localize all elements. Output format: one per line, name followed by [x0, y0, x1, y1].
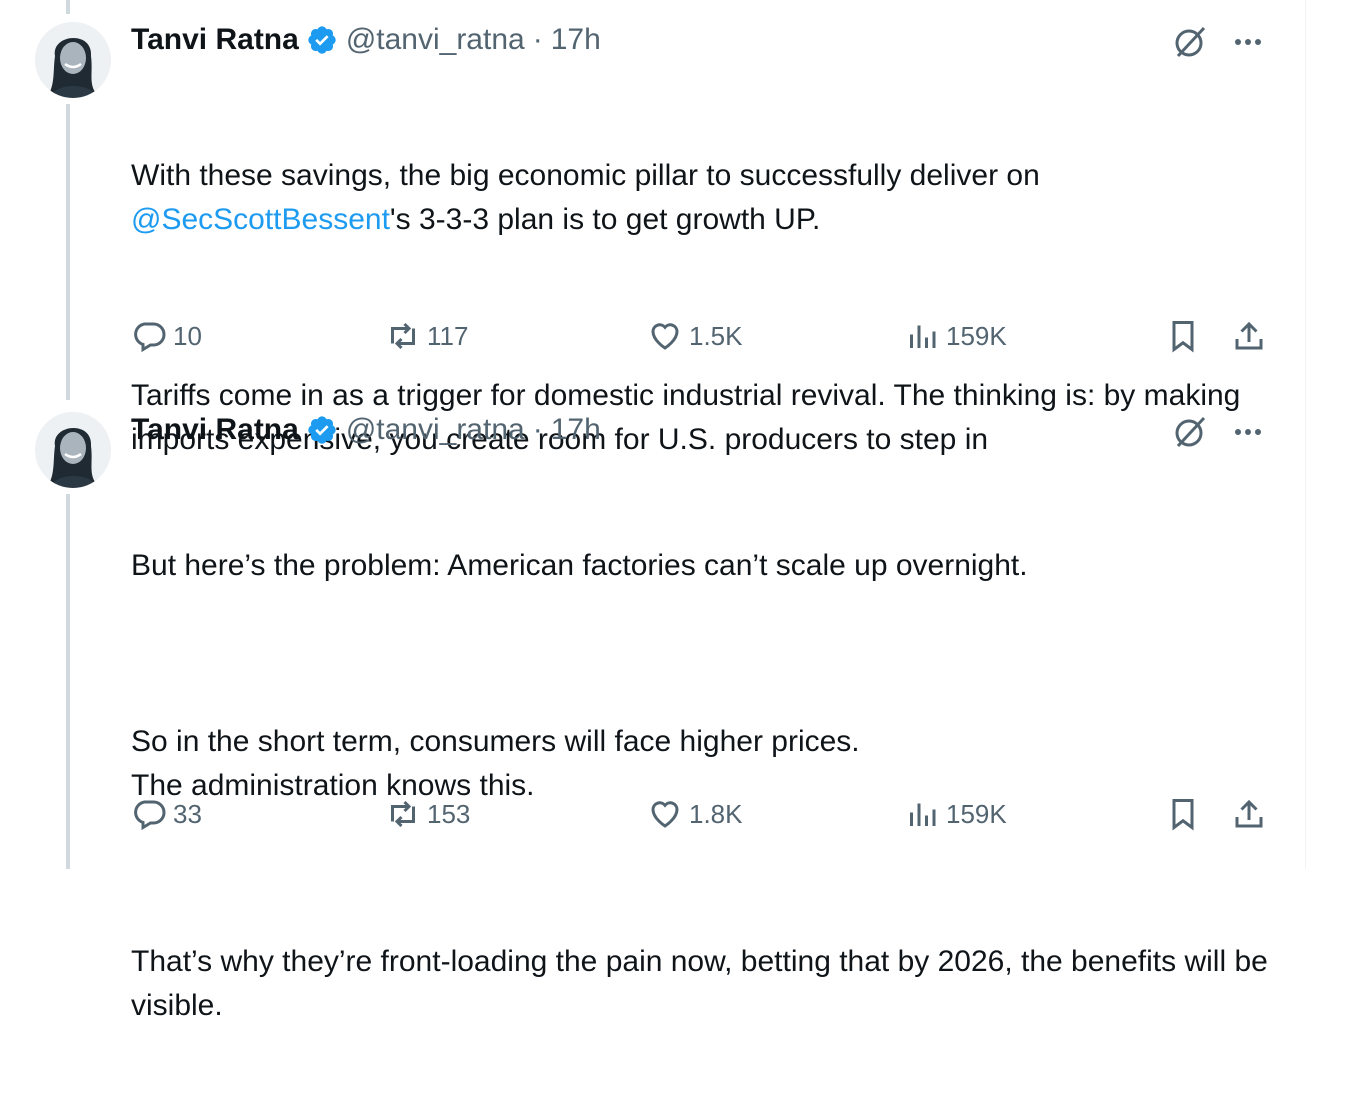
bookmark-button[interactable]	[1163, 794, 1203, 834]
tweet[interactable]: Tanvi Ratna @tanvi_ratna · 17h But here’…	[0, 390, 1305, 1022]
timestamp[interactable]: 17h	[551, 413, 601, 447]
repost-button[interactable]: 117	[385, 316, 468, 356]
like-button[interactable]: 1.5K	[647, 316, 743, 356]
like-count: 1.8K	[689, 798, 743, 829]
action-bar: 33 153 1.8K 159K	[131, 794, 1271, 834]
separator: ·	[532, 23, 543, 56]
reply-button[interactable]: 10	[131, 316, 202, 356]
bookmark-button[interactable]	[1163, 316, 1203, 356]
author-handle[interactable]: @tanvi_ratna	[346, 413, 525, 447]
author-name[interactable]: Tanvi Ratna	[131, 23, 299, 57]
more-icon[interactable]	[1230, 414, 1266, 450]
share-button[interactable]	[1229, 316, 1269, 356]
views-button[interactable]: 159K	[904, 794, 1007, 834]
like-button[interactable]: 1.8K	[647, 794, 743, 834]
author-name[interactable]: Tanvi Ratna	[131, 413, 299, 447]
bookmark-icon	[1172, 321, 1194, 353]
repost-icon	[391, 800, 415, 828]
views-icon	[910, 325, 936, 348]
repost-count: 117	[427, 320, 469, 351]
avatar[interactable]	[35, 412, 111, 488]
separator: ·	[532, 413, 543, 446]
views-icon	[910, 803, 936, 826]
repost-count: 153	[427, 798, 471, 829]
tweet-header: Tanvi Ratna @tanvi_ratna · 17h	[131, 412, 601, 448]
column-divider	[1305, 0, 1306, 869]
share-icon	[1235, 799, 1263, 828]
grok-icon[interactable]	[1172, 24, 1208, 60]
tweet-text-line: 's 3-3-3 plan is to get growth UP.	[389, 203, 821, 236]
avatar[interactable]	[35, 22, 111, 98]
verified-badge-icon	[306, 414, 338, 446]
tweet-paragraph: But here’s the problem: American factori…	[131, 549, 1028, 582]
author-handle[interactable]: @tanvi_ratna	[346, 23, 525, 57]
reply-icon	[134, 322, 166, 353]
tweet-paragraph: That’s why they’re front-loading the pai…	[131, 945, 1277, 1022]
reply-button[interactable]: 33	[131, 794, 202, 834]
verified-badge-icon	[306, 24, 338, 56]
tweet[interactable]: Tanvi Ratna @tanvi_ratna · 17h With thes…	[0, 0, 1305, 456]
share-button[interactable]	[1229, 794, 1269, 834]
reply-count: 33	[173, 798, 202, 829]
grok-icon[interactable]	[1172, 414, 1208, 450]
tweet-text-line: With these savings, the big economic pil…	[131, 159, 1040, 192]
action-bar: 10 117 1.5K 159K	[131, 316, 1271, 356]
views-button[interactable]: 159K	[904, 316, 1007, 356]
timestamp[interactable]: 17h	[551, 23, 601, 57]
like-icon	[651, 323, 679, 350]
like-icon	[651, 801, 679, 828]
mention-link[interactable]: @SecScottBessent	[131, 203, 390, 236]
more-icon[interactable]	[1230, 24, 1266, 60]
tweet-header: Tanvi Ratna @tanvi_ratna · 17h	[131, 22, 601, 58]
repost-icon	[391, 322, 415, 350]
reply-icon	[134, 800, 166, 831]
bookmark-icon	[1172, 799, 1194, 831]
reply-count: 10	[173, 320, 202, 351]
views-count: 159K	[946, 320, 1007, 351]
tweet-text: But here’s the problem: American factori…	[131, 456, 1281, 1116]
repost-button[interactable]: 153	[385, 794, 470, 834]
views-count: 159K	[946, 798, 1007, 829]
like-count: 1.5K	[689, 320, 743, 351]
share-icon	[1235, 321, 1263, 350]
